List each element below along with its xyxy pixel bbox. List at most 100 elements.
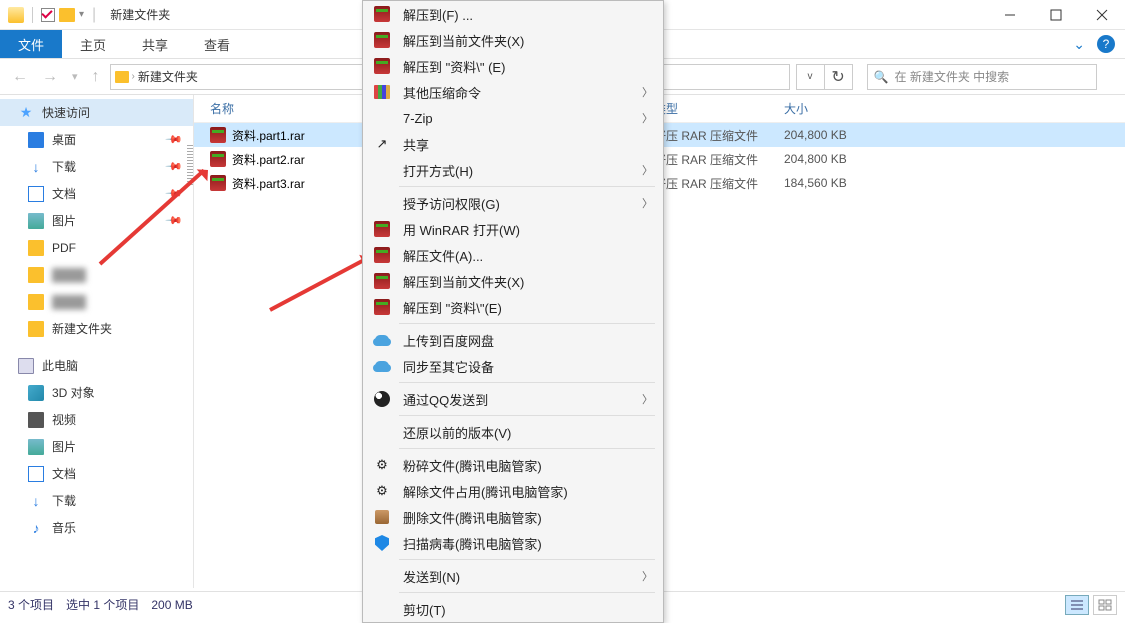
context-menu-item[interactable]: 打开方式(H)〉 [363, 157, 663, 183]
rar-icon [210, 175, 226, 191]
context-menu-item[interactable]: 还原以前的版本(V) [363, 419, 663, 445]
sidebar-item[interactable]: 视频 [0, 406, 193, 433]
context-menu-item[interactable]: 扫描病毒(腾讯电脑管家) [363, 530, 663, 556]
refresh-button[interactable]: ↻ [824, 65, 852, 89]
sidebar-item-label: ████ [52, 268, 86, 282]
sidebar-item[interactable]: ♪音乐 [0, 514, 193, 541]
context-menu-item[interactable]: 7-Zip〉 [363, 105, 663, 131]
up-button[interactable]: ↑ [88, 68, 104, 86]
sidebar-item-label: 下载 [52, 158, 76, 175]
qat-overflow-icon[interactable]: ▾ [79, 9, 84, 20]
context-menu-item[interactable]: 解压到 "资料\"(E) [363, 294, 663, 320]
menu-item-label: 授予访问权限(G) [403, 194, 500, 213]
view-icons-button[interactable] [1093, 595, 1117, 615]
context-menu-item[interactable]: 上传到百度网盘 [363, 327, 663, 353]
menu-item-label: 删除文件(腾讯电脑管家) [403, 508, 542, 527]
sidebar-item[interactable]: 桌面📌 [0, 126, 193, 153]
tab-view[interactable]: 查看 [186, 30, 248, 58]
sidebar-item[interactable]: PDF [0, 234, 193, 261]
sidebar-item-label: 图片 [52, 438, 76, 455]
folder-icon [28, 321, 44, 337]
rar-icon [373, 220, 391, 238]
pic-icon [28, 439, 44, 455]
help-icon[interactable]: ? [1097, 35, 1115, 53]
quick-access-check-icon[interactable] [41, 8, 55, 22]
folder-icon [28, 240, 44, 256]
doc-icon [28, 186, 44, 202]
menu-item-label: 解压到 "资料\" (E) [403, 57, 505, 76]
sidebar-item-label: 图片 [52, 212, 76, 229]
sidebar-quick-access[interactable]: ★ 快速访问 [0, 99, 193, 126]
context-menu-item[interactable]: 通过QQ发送到〉 [363, 386, 663, 412]
menu-item-label: 剪切(T) [403, 600, 446, 619]
dl-icon: ↓ [28, 159, 44, 175]
context-menu-item[interactable]: 其他压缩命令〉 [363, 79, 663, 105]
minimize-button[interactable] [987, 0, 1033, 30]
tab-home[interactable]: 主页 [62, 30, 124, 58]
search-input[interactable]: 🔍 在 新建文件夹 中搜索 [867, 64, 1097, 90]
folder-icon [115, 71, 129, 83]
shield-icon [373, 534, 391, 552]
sidebar-item[interactable]: ↓下载📌 [0, 153, 193, 180]
submenu-arrow-icon: 〉 [642, 391, 653, 407]
menu-item-label: 共享 [403, 135, 429, 154]
view-details-button[interactable] [1065, 595, 1089, 615]
context-menu-item[interactable]: 解压文件(A)... [363, 242, 663, 268]
quick-access-folder-icon[interactable] [59, 8, 75, 22]
status-count: 3 个项目 [8, 596, 54, 613]
context-menu-item[interactable]: 用 WinRAR 打开(W) [363, 216, 663, 242]
sidebar-item[interactable]: 3D 对象 [0, 379, 193, 406]
chevron-right-icon[interactable]: › [132, 71, 135, 82]
menu-item-label: 上传到百度网盘 [403, 331, 494, 350]
close-button[interactable] [1079, 0, 1125, 30]
submenu-arrow-icon: 〉 [642, 110, 653, 126]
search-icon: 🔍 [874, 70, 889, 84]
context-menu-item[interactable]: 剪切(T) [363, 596, 663, 622]
sidebar-this-pc[interactable]: 此电脑 [0, 352, 193, 379]
context-menu-item[interactable]: 同步至其它设备 [363, 353, 663, 379]
breadcrumb[interactable]: 新建文件夹 [138, 68, 198, 85]
sidebar-item[interactable]: 图片 [0, 433, 193, 460]
sidebar-item[interactable]: ████ [0, 288, 193, 315]
context-menu-item[interactable]: 授予访问权限(G)〉 [363, 190, 663, 216]
sidebar-item[interactable]: ↓下载 [0, 487, 193, 514]
address-dropdown[interactable]: v [796, 65, 824, 89]
col-size[interactable]: 大小 [784, 100, 884, 117]
context-menu-item[interactable]: ⚙粉碎文件(腾讯电脑管家) [363, 452, 663, 478]
context-menu-item[interactable]: 删除文件(腾讯电脑管家) [363, 504, 663, 530]
rar-icon [373, 246, 391, 264]
window-title-sep: | [92, 6, 96, 24]
sidebar-item-label: 桌面 [52, 131, 76, 148]
folder-icon [28, 294, 44, 310]
forward-button[interactable]: → [38, 68, 62, 86]
context-menu-item[interactable]: ⚙解除文件占用(腾讯电脑管家) [363, 478, 663, 504]
file-tab[interactable]: 文件 [0, 30, 62, 58]
file-type: 好压 RAR 压缩文件 [654, 127, 784, 144]
star-icon: ★ [18, 105, 34, 121]
menu-item-label: 扫描病毒(腾讯电脑管家) [403, 534, 542, 553]
ribbon-collapse-icon[interactable]: ⌄ [1073, 36, 1085, 53]
sidebar-item[interactable]: 文档 [0, 460, 193, 487]
file-type: 好压 RAR 压缩文件 [654, 175, 784, 192]
sidebar-item-label: 文档 [52, 185, 76, 202]
sidebar-item[interactable]: 新建文件夹 [0, 315, 193, 342]
sidebar-item[interactable]: ████ [0, 261, 193, 288]
status-size: 200 MB [151, 598, 192, 612]
col-type[interactable]: 类型 [654, 100, 784, 117]
context-menu-item[interactable]: 发送到(N)〉 [363, 563, 663, 589]
context-menu-item[interactable]: ↗共享 [363, 131, 663, 157]
pin-icon: 📌 [165, 211, 184, 230]
context-menu-item[interactable]: 解压到 "资料\" (E) [363, 53, 663, 79]
recent-dropdown[interactable]: ▾ [68, 70, 82, 83]
tab-share[interactable]: 共享 [124, 30, 186, 58]
context-menu-item[interactable]: 解压到当前文件夹(X) [363, 268, 663, 294]
maximize-button[interactable] [1033, 0, 1079, 30]
sidebar-item[interactable]: 图片 📌 [0, 207, 193, 234]
context-menu-item[interactable]: 解压到当前文件夹(X) [363, 27, 663, 53]
search-placeholder: 在 新建文件夹 中搜索 [894, 68, 1009, 85]
context-menu-item[interactable]: 解压到(F) ... [363, 1, 663, 27]
back-button[interactable]: ← [8, 68, 32, 86]
window-title: 新建文件夹 [110, 6, 170, 23]
sidebar-label: 快速访问 [42, 104, 90, 121]
doc-icon [28, 466, 44, 482]
